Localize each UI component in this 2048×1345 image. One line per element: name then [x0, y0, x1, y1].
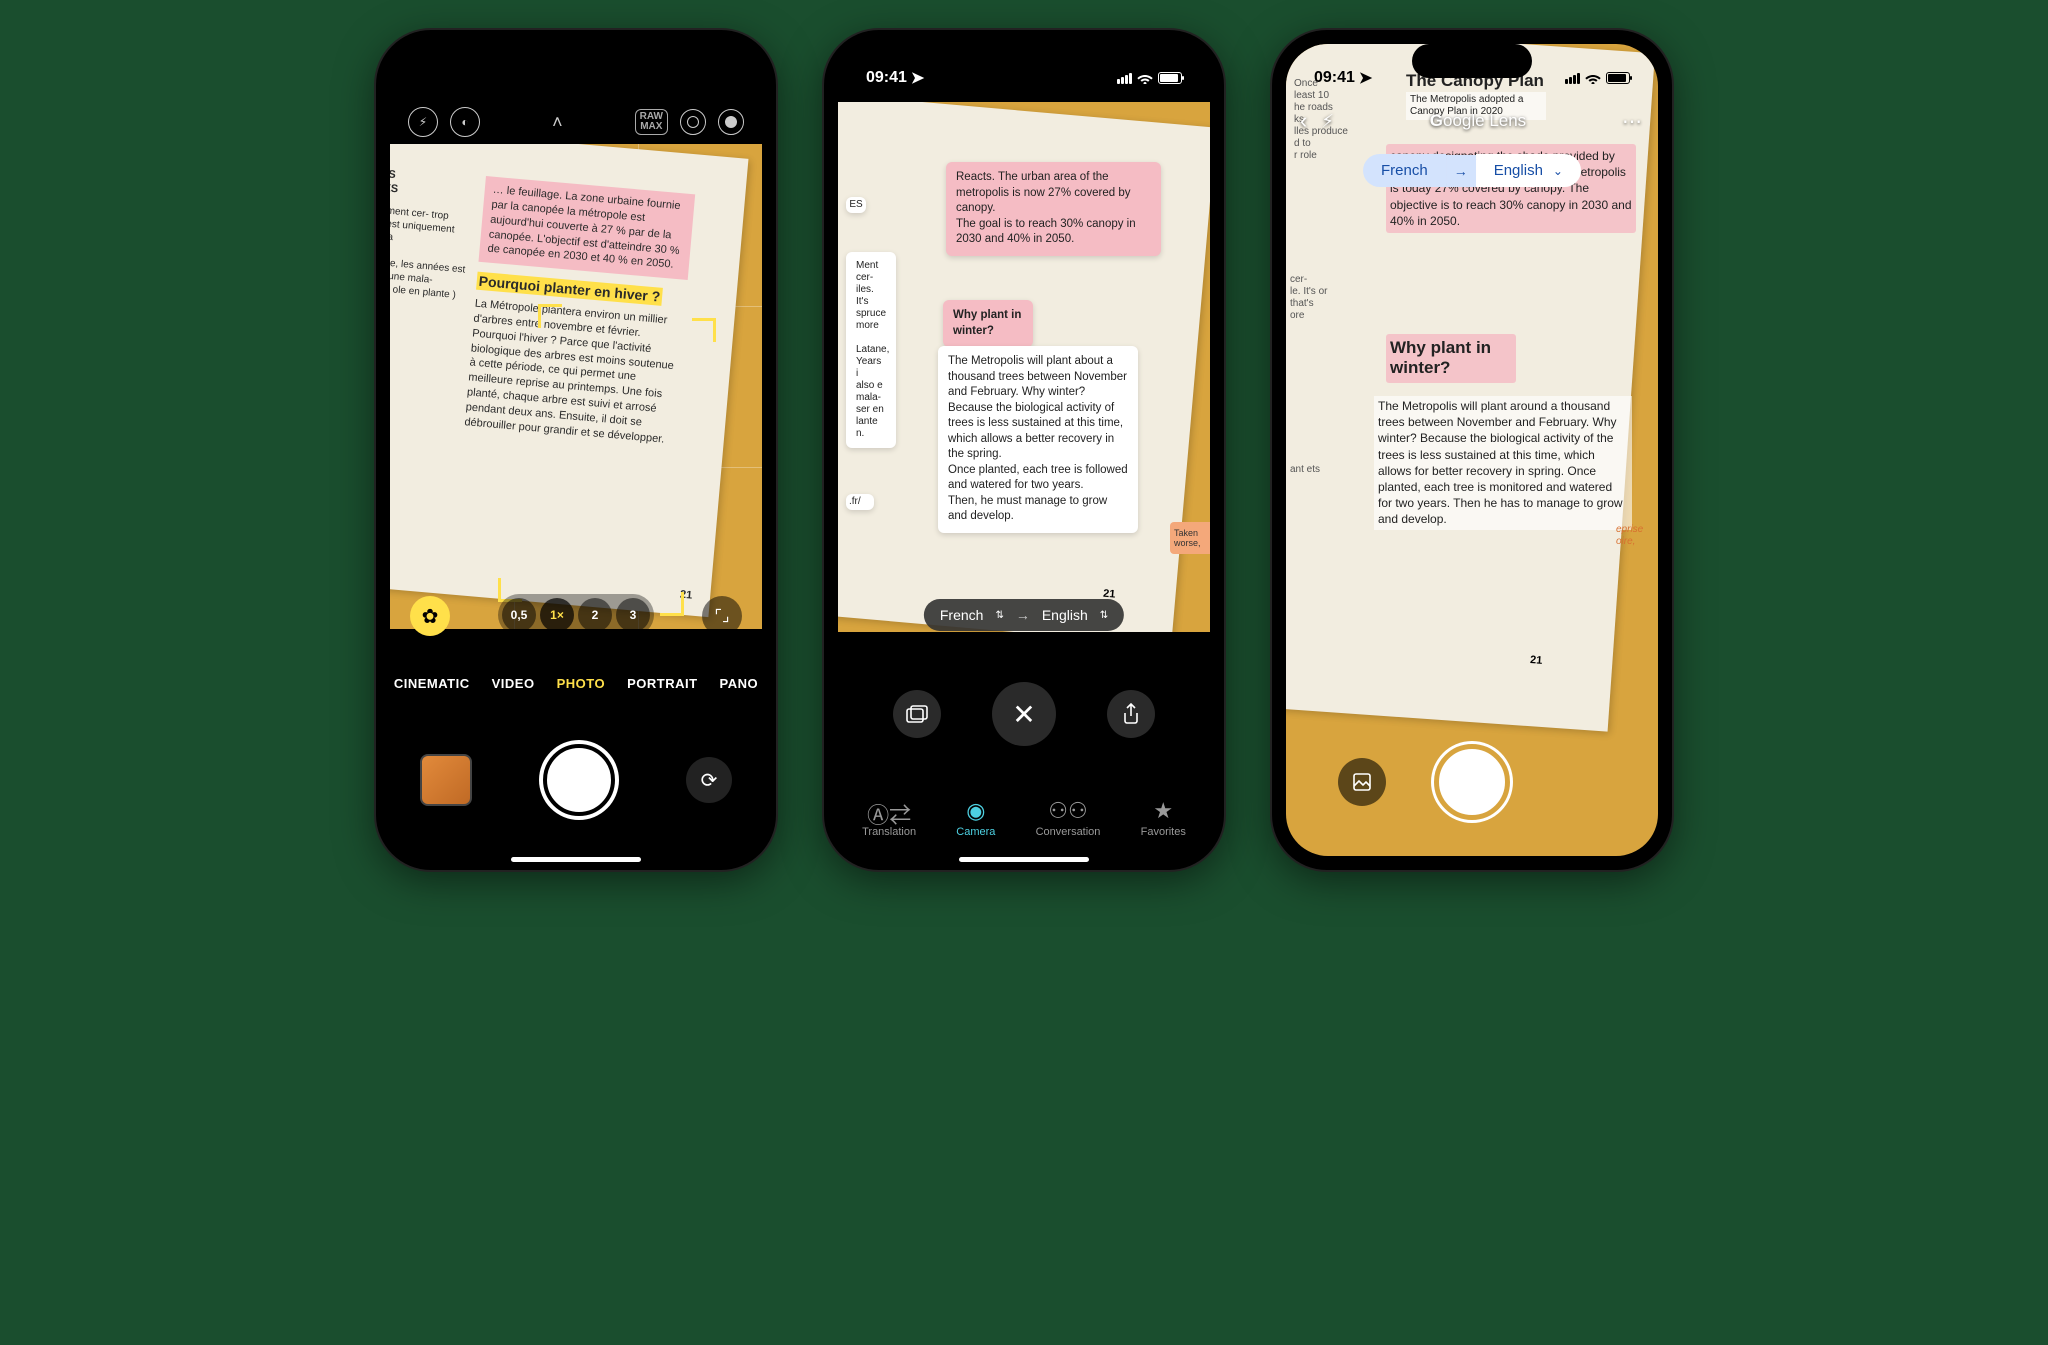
col1-link: pole.fr/: [390, 324, 460, 348]
lens-top-bar: ‹ ⚡︎ Google Lens ⋯: [1286, 108, 1658, 134]
translated-intro: Reacts. The urban area of the metropolis…: [946, 162, 1161, 256]
shutter-button[interactable]: [543, 744, 615, 816]
side-column: Ment cer- iles. It's spruce more Latane,…: [846, 252, 896, 448]
filters-icon[interactable]: [680, 109, 706, 135]
status-time: 09:41: [866, 69, 907, 87]
night-mode-icon[interactable]: ◐: [450, 107, 480, 137]
home-indicator[interactable]: [511, 857, 641, 862]
camera-top-controls: ⚡︎ ◐ ˄ RAW MAX: [390, 102, 762, 142]
app-title: Google Lens: [1430, 111, 1526, 131]
dynamic-island: [516, 44, 636, 78]
camera-modes[interactable]: CINEMATIC VIDEO PHOTO PORTRAIT PANO: [390, 676, 762, 691]
wifi-icon: [1137, 72, 1153, 84]
orange-side: eprise oire,: [1616, 524, 1656, 548]
location-icon: ➤: [1359, 68, 1372, 88]
live-photo-icon[interactable]: [718, 109, 744, 135]
share-button[interactable]: [1107, 690, 1155, 738]
iphone-google-lens: 21 Once least 10 he roads ks lles produc…: [1272, 30, 1672, 870]
mid-side: cer- le. It's or that's ore: [1290, 274, 1340, 322]
tab-favorites[interactable]: ★Favorites: [1141, 798, 1186, 838]
chevron-up-icon[interactable]: ˄: [552, 112, 563, 133]
people-icon: ⚇⚇: [1048, 798, 1087, 822]
tab-translation[interactable]: Ⓐ⇄Translation: [862, 798, 916, 838]
why-body: The Metropolis will plant around a thous…: [1374, 396, 1632, 530]
wifi-icon: [1585, 72, 1601, 84]
mode-video[interactable]: VIDEO: [492, 676, 535, 691]
zoom-0.5[interactable]: 0,5: [502, 598, 536, 632]
dynamic-island: [964, 44, 1084, 78]
side-link: .fr/: [846, 494, 874, 510]
star-icon: ★: [1153, 798, 1173, 822]
col2-pink-box: … le feuillage. La zone urbaine fournie …: [478, 176, 695, 280]
flip-camera-icon[interactable]: ⟳: [686, 757, 732, 803]
translated-body: The Metropolis will plant about a thousa…: [938, 346, 1138, 533]
side-tag: Taken worse,: [1170, 522, 1210, 554]
col2-body: La Métropole plantera environ un millier…: [464, 297, 685, 448]
mid-side2: ant ets: [1290, 464, 1336, 476]
home-indicator[interactable]: [1407, 857, 1537, 862]
gallery-button[interactable]: [1338, 758, 1386, 806]
macro-mode-icon[interactable]: ✿: [410, 596, 450, 636]
gallery-button[interactable]: [893, 690, 941, 738]
close-button[interactable]: ✕: [992, 682, 1056, 746]
signal-icon: [1117, 73, 1132, 84]
focus-corner-icon: [692, 318, 716, 342]
lang-from[interactable]: French: [940, 607, 984, 623]
zoom-control[interactable]: 0,5 1× 2 3: [498, 594, 654, 636]
iphone-camera-app: ⚡︎ ◐ ˄ RAW MAX ESPÈCES FRAGILES rogressi…: [376, 30, 776, 870]
chevron-down-icon: ⌄: [1553, 164, 1563, 178]
last-photo-thumbnail[interactable]: [420, 754, 472, 806]
col1-heading: ESPÈCES FRAGILES: [390, 164, 474, 204]
focus-corner-icon: [538, 304, 562, 328]
mode-portrait[interactable]: PORTRAIT: [627, 676, 697, 691]
tab-camera[interactable]: ◉Camera: [956, 798, 995, 838]
language-selector[interactable]: French → English⌄: [1363, 154, 1581, 187]
col1-body: rogressivement cer- trop fragiles. C'est…: [390, 200, 471, 315]
flash-off-icon[interactable]: ⚡︎: [408, 107, 438, 137]
es-chip: ES: [846, 197, 866, 213]
page-number: 21: [1530, 654, 1543, 667]
flash-off-icon[interactable]: ⚡︎: [1321, 111, 1334, 132]
translate-controls: ✕: [838, 682, 1210, 746]
signal-icon: [1565, 73, 1580, 84]
translate-viewfinder: 21 ES Ment cer- iles. It's spruce more L…: [838, 102, 1210, 632]
dynamic-island: [1412, 44, 1532, 78]
camera-viewfinder: ESPÈCES FRAGILES rogressivement cer- tro…: [390, 144, 762, 629]
lang-to[interactable]: English: [1042, 607, 1088, 623]
lang-to[interactable]: English⌄: [1476, 154, 1581, 187]
zoom-3[interactable]: 3: [616, 598, 650, 632]
camera-bottom-controls: ⟳: [390, 744, 762, 816]
mode-pano[interactable]: PANO: [720, 676, 759, 691]
camera-icon: ◉: [966, 798, 985, 822]
translated-title: Why plant in winter?: [943, 300, 1033, 347]
bottom-tabs[interactable]: Ⓐ⇄Translation ◉Camera ⚇⚇Conversation ★Fa…: [838, 798, 1210, 838]
raw-toggle[interactable]: RAW MAX: [635, 109, 668, 135]
lang-from[interactable]: French: [1363, 154, 1446, 187]
battery-icon: [1606, 72, 1630, 84]
zoom-1x[interactable]: 1×: [540, 598, 574, 632]
tab-conversation[interactable]: ⚇⚇Conversation: [1036, 798, 1101, 838]
arrow-right-icon: →: [1446, 155, 1476, 187]
status-time: 09:41: [1314, 69, 1355, 87]
focus-corner-icon: [660, 592, 684, 616]
home-indicator[interactable]: [959, 857, 1089, 862]
language-selector[interactable]: French⇅ → English⇅: [924, 599, 1124, 631]
lens-bottom-controls: [1286, 744, 1658, 820]
mode-photo[interactable]: PHOTO: [557, 676, 606, 691]
battery-icon: [1158, 72, 1182, 84]
arrow-right-icon: →: [1016, 607, 1030, 623]
location-icon: ➤: [911, 68, 924, 88]
live-text-icon[interactable]: ⌜⌟: [702, 596, 742, 636]
why-title: Why plant in winter?: [1386, 334, 1516, 383]
iphone-translate-app: 09:41➤ 21 ES Ment cer- iles. It's spruce…: [824, 30, 1224, 870]
paper-document: ESPÈCES FRAGILES rogressivement cer- tro…: [390, 144, 748, 617]
mode-cinematic[interactable]: CINEMATIC: [394, 676, 470, 691]
more-icon[interactable]: ⋯: [1622, 109, 1644, 134]
zoom-2[interactable]: 2: [578, 598, 612, 632]
back-icon[interactable]: ‹: [1300, 108, 1307, 134]
shutter-button[interactable]: [1434, 744, 1510, 820]
translation-icon: Ⓐ⇄: [867, 798, 911, 822]
